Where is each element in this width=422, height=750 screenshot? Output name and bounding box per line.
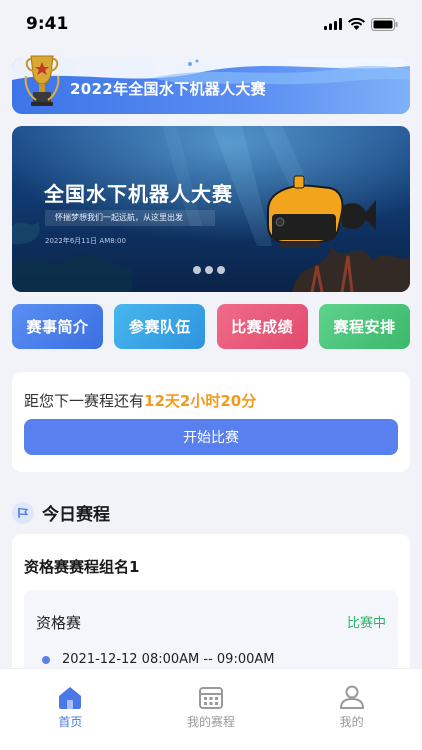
hero-banner[interactable]: 全国水下机器人大赛 怀揣梦想我们一起远航，从这里出发 2022年6月11日 AM… <box>12 126 410 292</box>
stage-time-row: 2021-12-12 08:00AM -- 09:00AM <box>42 652 274 667</box>
stage-name: 资格赛 <box>36 614 82 632</box>
countdown-card: 距您下一赛程还有12天2小时20分 开始比赛 <box>12 372 410 472</box>
today-schedule-header: 今日赛程 <box>12 500 110 525</box>
tab-my-schedule[interactable]: 我的赛程 <box>161 685 261 750</box>
home-icon <box>59 687 82 709</box>
event-title: 2022年全国水下机器人大赛 <box>70 80 266 98</box>
tab-bar: 首页 我的赛程 我的 <box>0 668 422 750</box>
underwater-robot-image <box>267 175 376 248</box>
trophy-icon <box>24 55 60 106</box>
status-bar: 9:41 <box>0 0 422 48</box>
signal-icon <box>324 18 342 30</box>
carousel-dot[interactable] <box>205 266 213 274</box>
tab-label-home: 首页 <box>58 715 83 729</box>
calendar-icon <box>198 687 223 709</box>
countdown-text: 距您下一赛程还有12天2小时20分 <box>24 390 256 411</box>
tab-label-profile: 我的 <box>339 715 364 729</box>
tab-label-my-schedule: 我的赛程 <box>186 715 235 729</box>
flag-icon <box>12 501 34 524</box>
stage-time: 2021-12-12 08:00AM -- 09:00AM <box>62 652 275 667</box>
group-name: 资格赛赛程组名1 <box>24 558 140 576</box>
user-icon <box>339 685 364 709</box>
schedule-button[interactable]: 赛程安排 <box>318 304 410 349</box>
event-intro-button[interactable]: 赛事简介 <box>12 304 103 349</box>
event-title-banner: 2022年全国水下机器人大赛 <box>12 58 410 114</box>
stage-status-badge: 比赛中 <box>346 616 386 631</box>
teams-button[interactable]: 参赛队伍 <box>114 304 206 349</box>
countdown-remaining: 12天2小时20分 <box>144 392 257 410</box>
status-icons <box>324 17 398 31</box>
section-title: 今日赛程 <box>42 505 110 525</box>
timeline-dot <box>42 655 50 664</box>
carousel-dot[interactable] <box>217 266 225 274</box>
battery-icon <box>371 17 398 31</box>
hero-title: 全国水下机器人大赛 <box>44 182 233 206</box>
status-time: 9:41 <box>26 14 69 34</box>
tab-profile[interactable]: 我的 <box>302 685 402 750</box>
tab-home[interactable]: 首页 <box>20 685 120 750</box>
countdown-prefix: 距您下一赛程还有 <box>24 392 145 410</box>
results-button[interactable]: 比赛成绩 <box>216 304 308 349</box>
start-match-button[interactable]: 开始比赛 <box>24 419 398 455</box>
hero-subtitle: 怀揣梦想我们一起远航，从这里出发 <box>45 210 215 226</box>
wifi-icon <box>348 18 365 30</box>
hero-date: 2022年6月11日 AM8:00 <box>45 237 126 245</box>
carousel-dot[interactable] <box>193 266 201 274</box>
carousel-indicator[interactable] <box>193 266 225 274</box>
quick-actions: 赛事简介 参赛队伍 比赛成绩 赛程安排 <box>12 304 410 349</box>
